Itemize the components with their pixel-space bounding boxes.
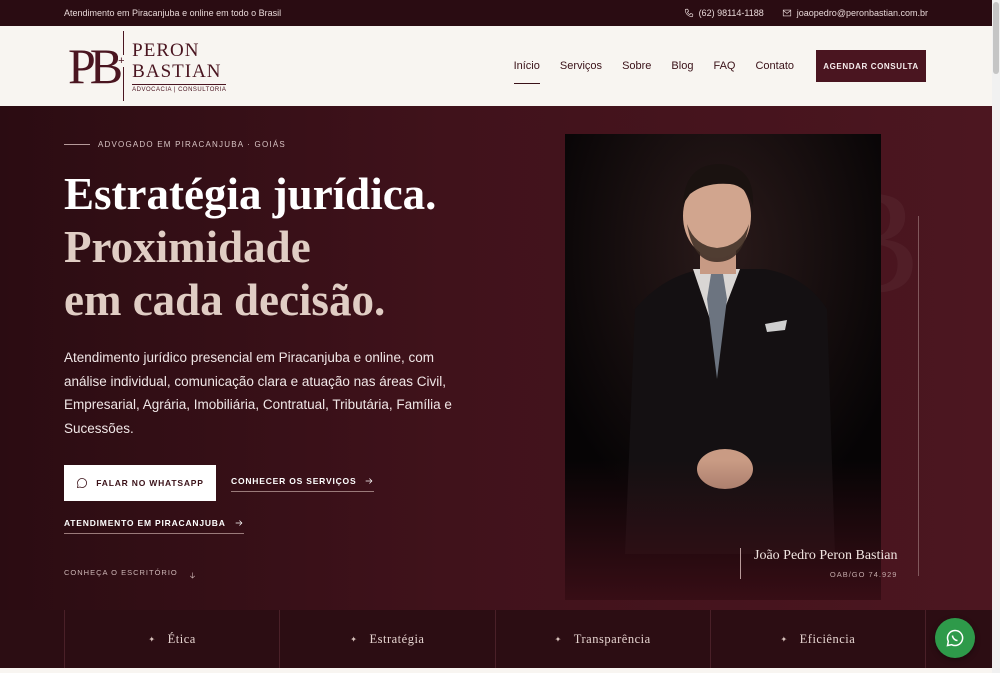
eyebrow-line [64, 144, 90, 145]
value-label: Transparência [573, 631, 651, 646]
hero-eyebrow: ADVOGADO EM PIRACANJUBA · GOIÁS [64, 140, 286, 149]
value-label: Eficiência [799, 631, 856, 646]
site-header: PB PERON BASTIAN ADVOCACIA | CONSULTORIA… [0, 26, 992, 106]
page-scrollbar[interactable] [992, 0, 1000, 673]
schedule-button[interactable]: AGENDAR CONSULTA [816, 50, 926, 82]
value-label: Ética [167, 631, 196, 646]
hero-lead: Atendimento jurídico presencial em Pirac… [64, 350, 452, 436]
phone-icon [684, 8, 693, 18]
whatsapp-float-button[interactable] [935, 618, 975, 658]
phone-text: (62) 98114-1188 [698, 8, 764, 18]
topbar-phone[interactable]: (62) 98114-1188 [684, 8, 764, 18]
arrow-right-icon [366, 478, 373, 484]
whatsapp-button-label: FALAR NO WHATSAPP [96, 478, 204, 488]
hero-section: ADVOGADO EM PIRACANJUBA · GOIÁS Estratég… [0, 106, 992, 610]
scrollbar-thumb[interactable] [993, 2, 999, 74]
value-item: ✦ Estratégia [279, 610, 494, 668]
nav-item-faq[interactable]: FAQ [713, 54, 735, 78]
logo-name-line2: BASTIAN [132, 60, 222, 82]
logo-divider [118, 31, 125, 101]
value-item: ✦ Transparência [494, 610, 710, 668]
nav-item-servicos[interactable]: Serviços [560, 54, 602, 78]
portrait-illustration [565, 134, 881, 600]
star-icon: ✦ [350, 634, 358, 644]
email-text: joaopedro@peronbastian.com.br [796, 8, 928, 18]
logo-subtitle: ADVOCACIA | CONSULTORIA [132, 83, 227, 93]
mail-icon [782, 9, 791, 17]
services-link[interactable]: CONHECER OS SERVIÇOS [231, 476, 375, 492]
topbar-email[interactable]: joaopedro@peronbastian.com.br [782, 8, 928, 18]
values-band: ✦ Ética ✦ Estratégia ✦ Transparência ✦ E… [0, 610, 992, 668]
logo-monogram: PB [68, 38, 123, 94]
lawyer-portrait [565, 134, 881, 600]
whatsapp-icon [946, 629, 964, 647]
value-label: Estratégia [369, 631, 425, 646]
top-bar: Atendimento em Piracanjuba e online em t… [0, 0, 992, 26]
arrow-down-icon [189, 572, 195, 579]
hero-headline: Estratégia jurídica. Proximidade em cada… [64, 168, 524, 327]
decorative-line [918, 216, 919, 576]
oab-number: OAB/GO 74.929 [829, 570, 898, 579]
value-item: ✦ Ética [64, 610, 279, 668]
portrait-caption: João Pedro Peron Bastian OAB/GO 74.929 [740, 548, 897, 579]
topbar-message: Atendimento em Piracanjuba e online em t… [64, 8, 282, 18]
nav-item-contato[interactable]: Contato [755, 54, 794, 78]
headline-line3: em cada decisão. [64, 275, 386, 325]
value-item: ✦ Eficiência [709, 610, 926, 668]
lawyer-name: João Pedro Peron Bastian [754, 548, 898, 563]
nav-item-inicio[interactable]: Início [513, 54, 541, 84]
logo-name-line1: PERON [132, 39, 200, 61]
whatsapp-button[interactable]: FALAR NO WHATSAPP [64, 465, 216, 501]
star-icon: ✦ [554, 634, 562, 644]
logo[interactable]: PB PERON BASTIAN ADVOCACIA | CONSULTORIA [68, 30, 227, 102]
headline-line2: Proximidade [64, 222, 311, 272]
services-link-label: CONHECER OS SERVIÇOS [231, 476, 357, 486]
main-nav: Início Serviços Sobre Blog FAQ Contato A… [513, 50, 926, 84]
chat-bubble-icon [77, 478, 88, 489]
page-continuation [0, 668, 992, 673]
local-service-link[interactable]: ATENDIMENTO EM PIRACANJUBA [64, 518, 244, 534]
arrow-right-icon [235, 520, 243, 526]
local-link-label: ATENDIMENTO EM PIRACANJUBA [64, 518, 226, 528]
scroll-label: CONHEÇA O ESCRITÓRIO [64, 568, 178, 577]
eyebrow-text: ADVOGADO EM PIRACANJUBA · GOIÁS [98, 140, 286, 149]
nav-item-blog[interactable]: Blog [671, 54, 693, 78]
star-icon: ✦ [148, 634, 156, 644]
star-icon: ✦ [780, 634, 788, 644]
nav-item-sobre[interactable]: Sobre [622, 54, 651, 78]
scroll-to-office-link[interactable]: CONHEÇA O ESCRITÓRIO [64, 565, 197, 580]
headline-line1: Estratégia jurídica. [64, 169, 437, 219]
